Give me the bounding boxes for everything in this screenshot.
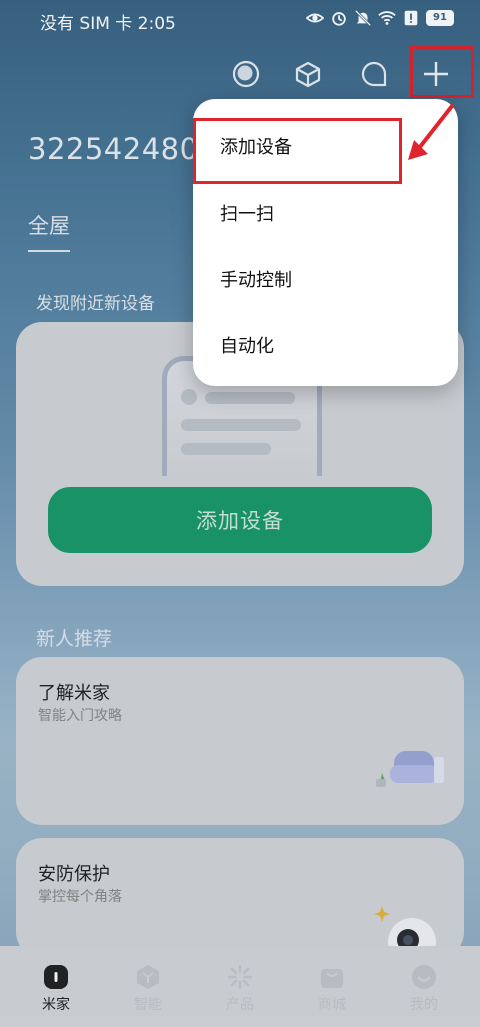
shop-icon <box>321 969 343 988</box>
illus-line <box>181 443 271 455</box>
cube-icon <box>295 61 321 88</box>
top-toolbar <box>0 50 480 100</box>
nav-label: 米家 <box>42 997 70 1013</box>
menu-item-scan[interactable]: 扫一扫 <box>193 182 458 244</box>
sofa-illustration-icon <box>376 751 444 787</box>
profile-icon <box>412 965 436 989</box>
eye-icon <box>306 13 324 23</box>
ai-assistant-icon <box>232 60 260 88</box>
alarm-icon <box>332 12 346 26</box>
nav-home[interactable]: 米家 <box>8 946 104 1027</box>
ai-assistant-button[interactable] <box>222 50 270 98</box>
mute-bell-icon <box>354 9 372 27</box>
illus-dot <box>181 389 197 405</box>
battery-icon: 91 <box>426 10 454 26</box>
menu-item-manual-control[interactable]: 手动控制 <box>193 248 458 310</box>
nav-product[interactable]: 产品 <box>192 946 288 1027</box>
nav-smart[interactable]: 智能 <box>100 946 196 1027</box>
annotation-arrow-icon <box>408 104 454 160</box>
wifi-icon <box>378 11 396 25</box>
messages-button[interactable] <box>350 50 398 98</box>
card-subtitle: 掌控每个角落 <box>38 889 122 905</box>
tab-all-rooms[interactable]: 全屋 <box>28 210 70 240</box>
nav-label: 商城 <box>318 997 346 1013</box>
illus-line <box>205 392 295 404</box>
nearby-devices-title: 发现附近新设备 <box>36 294 155 314</box>
card-title: 安防保护 <box>38 864 110 885</box>
home-name[interactable]: 3225424805 <box>28 132 218 166</box>
add-device-button[interactable]: 添加设备 <box>48 487 432 553</box>
scene-button[interactable] <box>284 50 332 98</box>
new-user-recommend-title: 新人推荐 <box>36 628 113 650</box>
add-device-highlight <box>193 118 402 184</box>
nav-label: 我的 <box>410 997 438 1013</box>
menu-item-automation[interactable]: 自动化 <box>193 314 458 376</box>
card-subtitle: 智能入门攻略 <box>38 708 122 724</box>
smart-icon <box>137 965 159 989</box>
nav-label: 产品 <box>226 997 254 1013</box>
nav-shop[interactable]: 商城 <box>284 946 380 1027</box>
alert-icon <box>404 10 418 26</box>
status-icons: 91 <box>306 8 454 28</box>
status-bar: 没有 SIM 卡 2:05 91 <box>0 0 480 36</box>
product-icon <box>227 964 253 990</box>
illus-line <box>181 419 301 431</box>
chat-bubble-icon <box>361 61 387 87</box>
security-card[interactable]: 安防保护 掌控每个角落 <box>16 838 464 958</box>
plus-button-highlight <box>410 46 474 98</box>
learn-mijia-card[interactable]: 了解米家 智能入门攻略 <box>16 657 464 825</box>
home-icon <box>44 965 68 989</box>
nav-label: 智能 <box>134 997 162 1013</box>
card-title: 了解米家 <box>38 683 110 704</box>
bottom-navigation: 米家 智能 产品 商城 我的 <box>0 946 480 1027</box>
status-carrier-time: 没有 SIM 卡 2:05 <box>40 14 176 34</box>
tab-underline <box>28 250 70 252</box>
nav-profile[interactable]: 我的 <box>376 946 472 1027</box>
